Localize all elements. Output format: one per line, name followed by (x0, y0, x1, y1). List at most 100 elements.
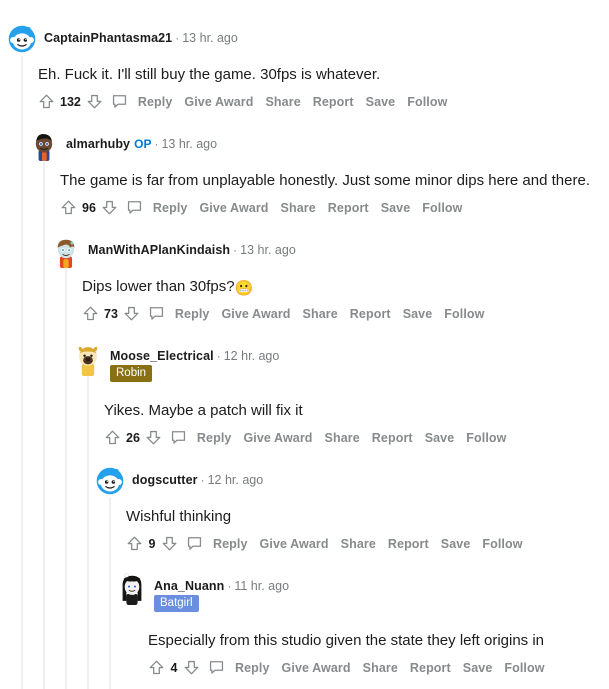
follow-link[interactable]: Follow (444, 307, 484, 321)
thread-line[interactable] (87, 374, 89, 689)
snoo-default-avatar[interactable] (96, 467, 124, 495)
save-link[interactable]: Save (381, 201, 411, 215)
reply-link[interactable]: Reply (235, 661, 270, 675)
avatar[interactable] (52, 237, 80, 268)
report-link[interactable]: Report (313, 95, 354, 109)
comment-timestamp[interactable]: 12 hr. ago (208, 473, 264, 487)
give-award-link[interactable]: Give Award (199, 201, 268, 215)
downvote-button[interactable] (123, 305, 140, 322)
comment-author[interactable]: Ana_Nuann (154, 579, 224, 593)
upvote-button[interactable] (38, 93, 55, 110)
report-link[interactable]: Report (388, 537, 429, 551)
avatar[interactable] (8, 25, 36, 53)
reply-link[interactable]: Reply (138, 95, 173, 109)
comment-timestamp[interactable]: 12 hr. ago (224, 349, 280, 363)
save-link[interactable]: Save (425, 431, 455, 445)
upvote-arrow-icon[interactable] (60, 199, 77, 216)
upvote-button[interactable] (82, 305, 99, 322)
downvote-arrow-icon[interactable] (161, 535, 178, 552)
avatar[interactable] (96, 467, 124, 495)
reply-link[interactable]: Reply (213, 537, 248, 551)
comment-bubble-icon[interactable] (186, 535, 203, 552)
downvote-arrow-icon[interactable] (123, 305, 140, 322)
downvote-arrow-icon[interactable] (183, 659, 200, 676)
avatar[interactable] (118, 573, 146, 605)
snoo-default-avatar[interactable] (8, 25, 36, 53)
upvote-button[interactable] (126, 535, 143, 552)
share-link[interactable]: Share (281, 201, 316, 215)
comment-bubble-icon[interactable] (126, 199, 143, 216)
downvote-button[interactable] (183, 659, 200, 676)
custom-avatar-moose[interactable] (74, 343, 102, 376)
downvote-button[interactable] (161, 535, 178, 552)
reply-link[interactable]: Reply (197, 431, 232, 445)
share-link[interactable]: Share (341, 537, 376, 551)
follow-link[interactable]: Follow (407, 95, 447, 109)
upvote-button[interactable] (148, 659, 165, 676)
avatar[interactable] (74, 343, 102, 376)
report-link[interactable]: Report (410, 661, 451, 675)
thread-line[interactable] (109, 498, 111, 689)
comment-timestamp[interactable]: 13 hr. ago (161, 137, 217, 151)
downvote-button[interactable] (145, 429, 162, 446)
downvote-button[interactable] (101, 199, 118, 216)
thread-line[interactable] (65, 268, 67, 689)
custom-avatar-ana[interactable] (118, 573, 146, 605)
comment-author[interactable]: ManWithAPlanKindaish (88, 243, 230, 257)
follow-link[interactable]: Follow (466, 431, 506, 445)
upvote-arrow-icon[interactable] (148, 659, 165, 676)
share-link[interactable]: Share (303, 307, 338, 321)
save-link[interactable]: Save (463, 661, 493, 675)
reply-bubble-button[interactable] (126, 199, 143, 216)
give-award-link[interactable]: Give Award (243, 431, 312, 445)
comment-bubble-icon[interactable] (148, 305, 165, 322)
downvote-button[interactable] (86, 93, 103, 110)
give-award-link[interactable]: Give Award (221, 307, 290, 321)
reply-bubble-button[interactable] (208, 659, 225, 676)
custom-avatar-almarhuby[interactable] (30, 131, 58, 161)
reply-link[interactable]: Reply (175, 307, 210, 321)
upvote-arrow-icon[interactable] (126, 535, 143, 552)
save-link[interactable]: Save (403, 307, 433, 321)
give-award-link[interactable]: Give Award (282, 661, 351, 675)
reply-bubble-button[interactable] (186, 535, 203, 552)
upvote-arrow-icon[interactable] (104, 429, 121, 446)
save-link[interactable]: Save (441, 537, 471, 551)
downvote-arrow-icon[interactable] (145, 429, 162, 446)
upvote-button[interactable] (60, 199, 77, 216)
reply-link[interactable]: Reply (153, 201, 188, 215)
downvote-arrow-icon[interactable] (86, 93, 103, 110)
report-link[interactable]: Report (350, 307, 391, 321)
upvote-button[interactable] (104, 429, 121, 446)
report-link[interactable]: Report (372, 431, 413, 445)
avatar[interactable] (30, 131, 58, 161)
downvote-arrow-icon[interactable] (101, 199, 118, 216)
give-award-link[interactable]: Give Award (184, 95, 253, 109)
share-link[interactable]: Share (325, 431, 360, 445)
report-link[interactable]: Report (328, 201, 369, 215)
upvote-arrow-icon[interactable] (38, 93, 55, 110)
reply-bubble-button[interactable] (148, 305, 165, 322)
comment-bubble-icon[interactable] (111, 93, 128, 110)
give-award-link[interactable]: Give Award (260, 537, 329, 551)
thread-line[interactable] (21, 56, 23, 689)
custom-avatar-manwithaplan[interactable] (52, 237, 80, 268)
comment-timestamp[interactable]: 13 hr. ago (240, 243, 296, 257)
comment-author[interactable]: dogscutter (132, 473, 198, 487)
follow-link[interactable]: Follow (482, 537, 522, 551)
comment-timestamp[interactable]: 11 hr. ago (234, 579, 289, 593)
share-link[interactable]: Share (266, 95, 301, 109)
comment-author[interactable]: almarhuby (66, 137, 130, 151)
comment-timestamp[interactable]: 13 hr. ago (182, 31, 238, 45)
share-link[interactable]: Share (363, 661, 398, 675)
save-link[interactable]: Save (366, 95, 396, 109)
comment-author[interactable]: CaptainPhantasma21 (44, 31, 172, 45)
follow-link[interactable]: Follow (422, 201, 462, 215)
comment-bubble-icon[interactable] (170, 429, 187, 446)
thread-line[interactable] (43, 162, 45, 689)
reply-bubble-button[interactable] (170, 429, 187, 446)
comment-author[interactable]: Moose_Electrical (110, 349, 214, 363)
follow-link[interactable]: Follow (504, 661, 544, 675)
comment-bubble-icon[interactable] (208, 659, 225, 676)
reply-bubble-button[interactable] (111, 93, 128, 110)
